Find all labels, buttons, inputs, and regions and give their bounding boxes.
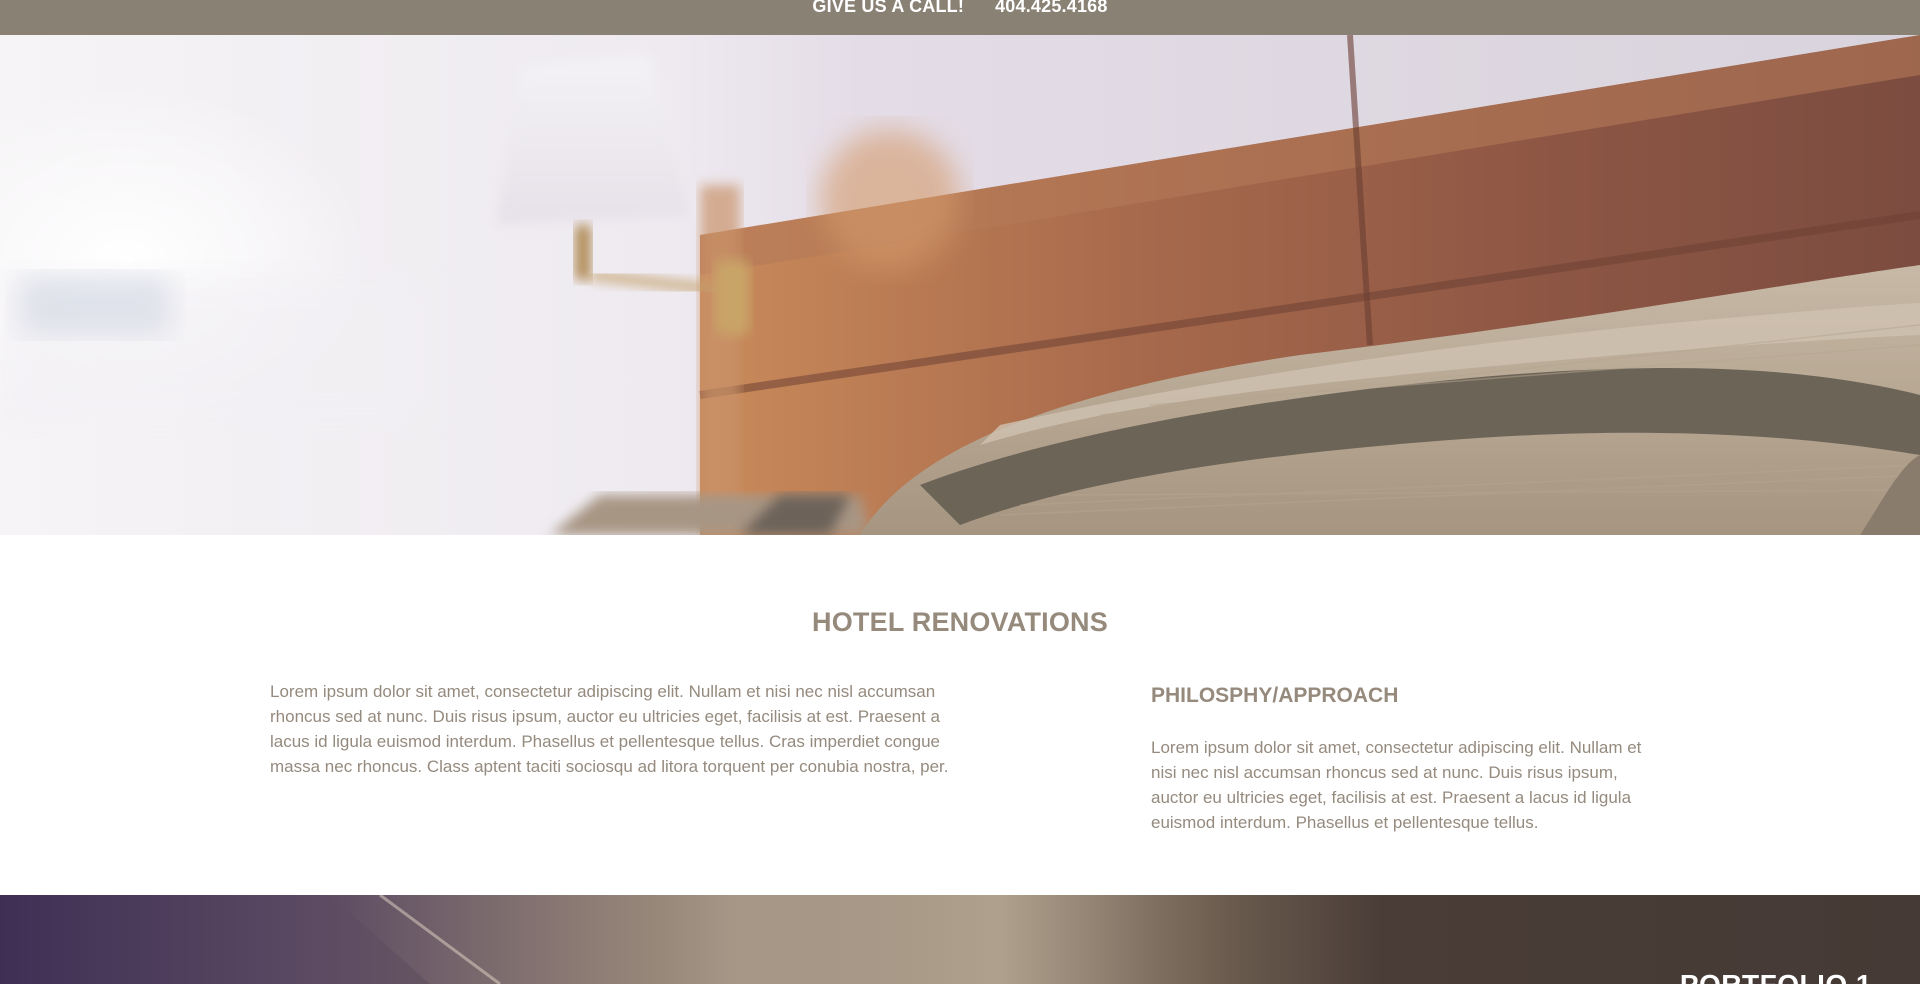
hotel-bed-photo-icon <box>0 35 1920 535</box>
call-label: GIVE US A CALL! <box>812 0 965 16</box>
philosophy-paragraph: Lorem ipsum dolor sit amet, consectetur … <box>1151 738 1642 832</box>
portfolio-banner-image-icon <box>330 895 1150 984</box>
philosophy-column: PHILOSPHY/APPROACH Lorem ipsum dolor sit… <box>1151 684 1661 835</box>
portfolio-label[interactable]: PORTFOLIO 1 <box>1680 971 1872 984</box>
phone-number-link[interactable]: 404.425.4168 <box>995 0 1108 15</box>
main-content: HOTEL RENOVATIONS Lorem ipsum dolor sit … <box>0 535 1920 895</box>
intro-paragraph: Lorem ipsum dolor sit amet, consectetur … <box>270 682 949 776</box>
portfolio-banner[interactable]: PORTFOLIO 1 <box>0 895 1920 984</box>
hero-image <box>0 35 1920 535</box>
page-title: HOTEL RENOVATIONS <box>812 607 1108 637</box>
philosophy-heading: PHILOSPHY/APPROACH <box>1151 684 1399 707</box>
top-contact-bar: GIVE US A CALL! 404.425.4168 <box>0 0 1920 35</box>
